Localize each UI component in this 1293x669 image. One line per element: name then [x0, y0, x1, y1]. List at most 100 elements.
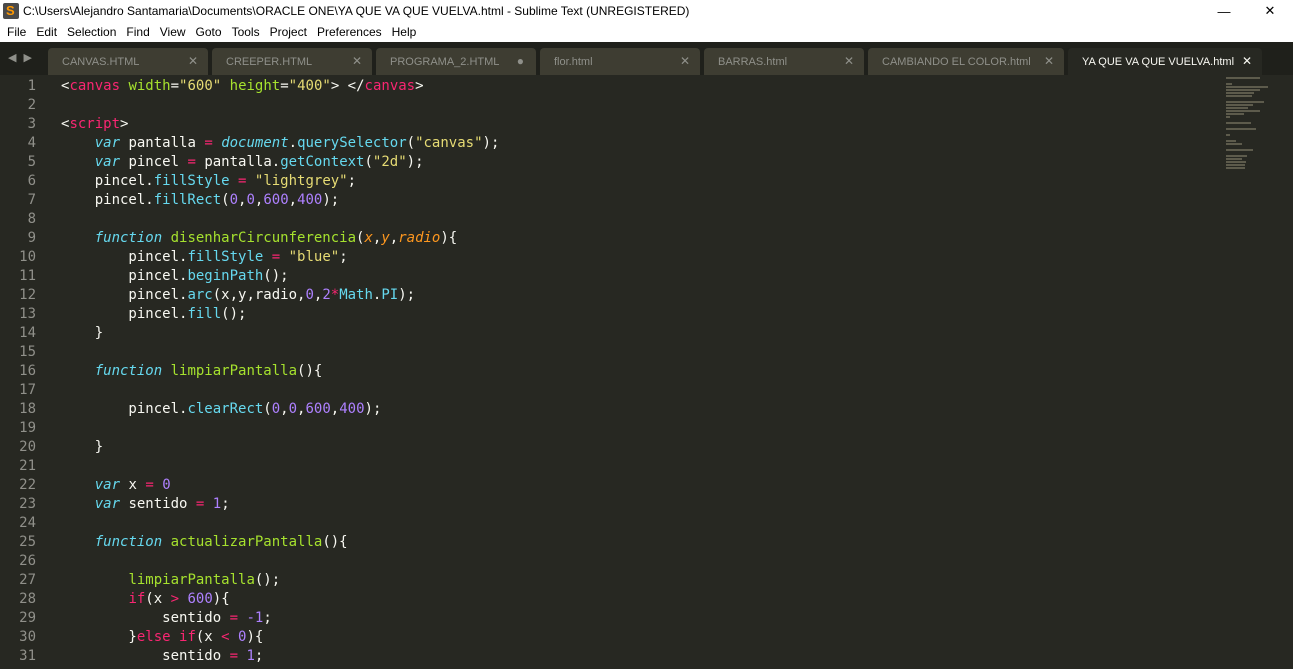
- menu-item-find[interactable]: Find: [121, 22, 154, 42]
- close-tab-icon[interactable]: ✕: [188, 54, 198, 68]
- code-token: *: [330, 287, 340, 303]
- line-number: 21: [19, 458, 36, 474]
- tab-programa-2-html[interactable]: PROGRAMA_2.HTML ●: [376, 48, 536, 75]
- code-token: <: [221, 629, 230, 645]
- tab-canvas-html[interactable]: CANVAS.HTML ✕: [48, 48, 208, 75]
- code-token: height: [229, 78, 281, 94]
- code-line[interactable]: [61, 552, 499, 571]
- code-token: beginPath: [187, 268, 264, 284]
- close-tab-icon[interactable]: ✕: [680, 54, 690, 68]
- code-line[interactable]: [61, 514, 499, 533]
- unsaved-dot-icon[interactable]: ●: [517, 54, 524, 68]
- tab-navigation-arrows-icon[interactable]: ◀ ▶: [8, 51, 34, 64]
- line-number: 26: [19, 553, 36, 569]
- code-line[interactable]: <script>: [61, 115, 499, 134]
- code-line[interactable]: function actualizarPantalla(){: [61, 533, 499, 552]
- code-line[interactable]: }: [61, 324, 499, 343]
- tab-cambiando-el-color-html[interactable]: CAMBIANDO EL COLOR.html ✕: [868, 48, 1064, 75]
- code-token: >: [120, 116, 129, 132]
- code-line[interactable]: pincel.fill();: [61, 305, 499, 324]
- code-line[interactable]: pincel.arc(x,y,radio,0,2*Math.PI);: [61, 286, 499, 305]
- code-token: ();: [221, 306, 247, 322]
- code-editor[interactable]: 1 2 3 4 5 6 7 8 9 10 11 12 13 14 15 16 17 18 19 20 21 22 23 24 2…: [0, 77, 1293, 669]
- menu-item-goto[interactable]: Goto: [191, 22, 227, 42]
- code-token: pincel.: [61, 173, 154, 189]
- close-button[interactable]: ✕: [1247, 0, 1293, 22]
- code-line[interactable]: [61, 457, 499, 476]
- code-line[interactable]: [61, 96, 499, 115]
- code-token: 1: [246, 648, 255, 664]
- menu-item-help[interactable]: Help: [387, 22, 422, 42]
- code-line[interactable]: pincel.fillStyle = "lightgrey";: [61, 172, 499, 191]
- code-line[interactable]: <canvas width="600" height="400"> </canv…: [61, 77, 499, 96]
- code-line[interactable]: [61, 419, 499, 438]
- tab-creeper-html[interactable]: CREEPER.HTML ✕: [212, 48, 372, 75]
- code-line[interactable]: if(x > 600){: [61, 590, 499, 609]
- code-line[interactable]: function limpiarPantalla(){: [61, 362, 499, 381]
- close-tab-icon[interactable]: ✕: [1044, 54, 1054, 68]
- code-line[interactable]: pincel.fillStyle = "blue";: [61, 248, 499, 267]
- code-token: canvas: [69, 78, 121, 94]
- code-line[interactable]: pincel.fillRect(0,0,600,400);: [61, 191, 499, 210]
- code-line[interactable]: }: [61, 438, 499, 457]
- code-area[interactable]: <canvas width="600" height="400"> </canv…: [61, 77, 499, 666]
- code-line[interactable]: pincel.beginPath();: [61, 267, 499, 286]
- menu-item-project[interactable]: Project: [265, 22, 312, 42]
- code-line[interactable]: [61, 381, 499, 400]
- code-token: > </: [330, 78, 365, 94]
- code-token: =: [271, 249, 281, 265]
- code-line[interactable]: sentido = 1;: [61, 647, 499, 666]
- tab-flor-html[interactable]: flor.html ✕: [540, 48, 700, 75]
- minimap-row: [1226, 149, 1254, 151]
- code-line[interactable]: limpiarPantalla();: [61, 571, 499, 590]
- menu-item-preferences[interactable]: Preferences: [312, 22, 387, 42]
- code-line[interactable]: pincel.clearRect(0,0,600,400);: [61, 400, 499, 419]
- tab-label: YA QUE VA QUE VUELVA.html: [1082, 55, 1235, 68]
- code-token: ;: [254, 648, 264, 664]
- menu-item-edit[interactable]: Edit: [31, 22, 62, 42]
- code-line[interactable]: var sentido = 1;: [61, 495, 499, 514]
- close-tab-icon[interactable]: ✕: [352, 54, 362, 68]
- close-tab-icon[interactable]: ✕: [1242, 54, 1252, 68]
- menu-item-selection[interactable]: Selection: [62, 22, 121, 42]
- code-token: =: [229, 610, 239, 626]
- code-line[interactable]: sentido = -1;: [61, 609, 499, 628]
- tab-bar: ◀ ▶ CANVAS.HTML ✕ CREEPER.HTML ✕ PROGRAMA_2.…: [0, 42, 1293, 75]
- line-number: 23: [19, 496, 36, 512]
- line-number: 20: [19, 439, 36, 455]
- code-line[interactable]: var pincel = pantalla.getContext("2d");: [61, 153, 499, 172]
- tab-barras-html[interactable]: BARRAS.html ✕: [704, 48, 864, 75]
- code-token: limpiarPantalla: [128, 572, 255, 588]
- menu-item-file[interactable]: File: [2, 22, 31, 42]
- menu-item-tools[interactable]: Tools: [227, 22, 265, 42]
- line-number: 13: [19, 306, 36, 322]
- code-token: fillStyle: [153, 173, 230, 189]
- close-tab-icon[interactable]: ✕: [844, 54, 854, 68]
- code-line[interactable]: }else if(x < 0){: [61, 628, 499, 647]
- tab-ya-que-va-que-vuelva-html[interactable]: YA QUE VA QUE VUELVA.html ✕: [1068, 48, 1262, 75]
- minimap[interactable]: [1226, 77, 1276, 169]
- minimap-row: [1226, 143, 1242, 145]
- code-line[interactable]: [61, 343, 499, 362]
- code-token: ){: [212, 591, 230, 607]
- code-line[interactable]: [61, 210, 499, 229]
- code-line[interactable]: function disenharCircunferencia(x,y,radi…: [61, 229, 499, 248]
- code-line[interactable]: var x = 0: [61, 476, 499, 495]
- minimap-row: [1226, 83, 1233, 85]
- code-token: );: [482, 135, 500, 151]
- minimize-button[interactable]: —: [1201, 0, 1247, 22]
- menu-item-view[interactable]: View: [155, 22, 191, 42]
- code-token: (: [406, 135, 416, 151]
- code-token: (){: [297, 363, 323, 379]
- code-token: pantalla: [120, 135, 205, 151]
- code-line[interactable]: var pantalla = document.querySelector("c…: [61, 134, 500, 153]
- code-token: .: [288, 135, 298, 151]
